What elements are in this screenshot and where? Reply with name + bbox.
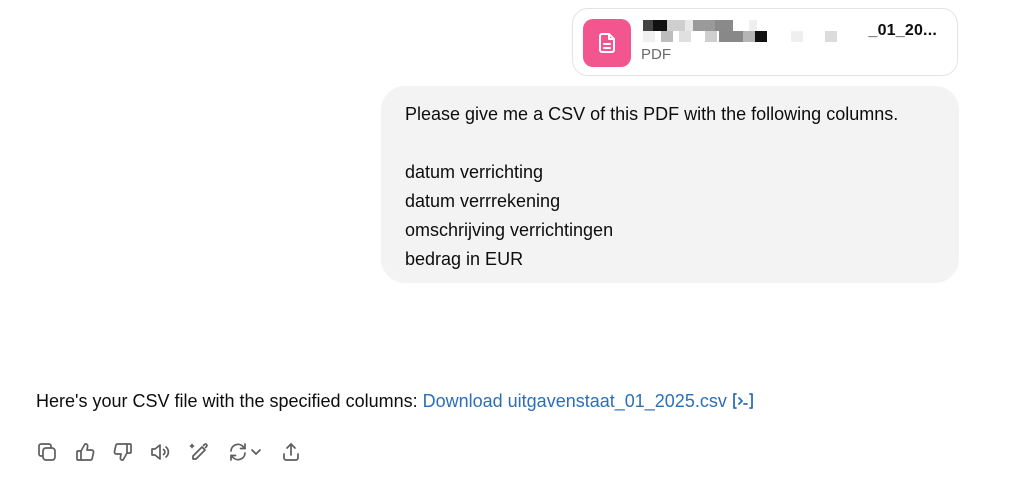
share-button[interactable] [277,438,305,466]
assistant-message: Here's your CSV file with the specified … [36,388,754,417]
column-item: datum verrrekening [405,191,561,211]
thumbs-up-icon [76,443,95,461]
file-type-label: PDF [641,46,671,63]
chevron-down-icon [251,449,261,455]
user-message-bubble: Please give me a CSV of this PDF with th… [381,86,959,283]
chat-page: _01_20... PDF Please give me a CSV of th… [0,0,1024,496]
download-csv-link[interactable]: Download uitgavenstaat_01_2025.csv [423,391,727,411]
read-aloud-button[interactable] [147,438,175,466]
regenerate-button[interactable] [223,438,267,466]
share-icon [283,443,299,461]
read-aloud-icon [151,444,170,460]
user-message-text: Please give me a CSV of this PDF with th… [405,104,899,124]
thumbs-down-icon [113,443,132,461]
copy-button[interactable] [33,438,61,466]
attachment-file-name: _01_20... [643,20,949,42]
column-item: datum verrichting [405,162,544,182]
file-name-suffix: _01_20... [868,22,937,39]
message-action-bar [33,438,315,466]
column-item: bedrag in EUR [405,249,524,269]
pdf-attachment-card[interactable]: _01_20... PDF [572,8,958,76]
edit-button[interactable] [185,438,213,466]
column-item: omschrijving verrichtingen [405,220,614,240]
assistant-message-text: Here's your CSV file with the specified … [36,391,423,411]
code-interpreter-icon[interactable] [732,391,754,417]
thumbs-down-button[interactable] [109,438,137,466]
thumbs-up-button[interactable] [71,438,99,466]
redacted-file-name [643,20,863,42]
copy-icon [38,443,56,461]
document-icon [583,19,631,67]
edit-icon [189,443,208,460]
regenerate-icon [230,443,246,461]
